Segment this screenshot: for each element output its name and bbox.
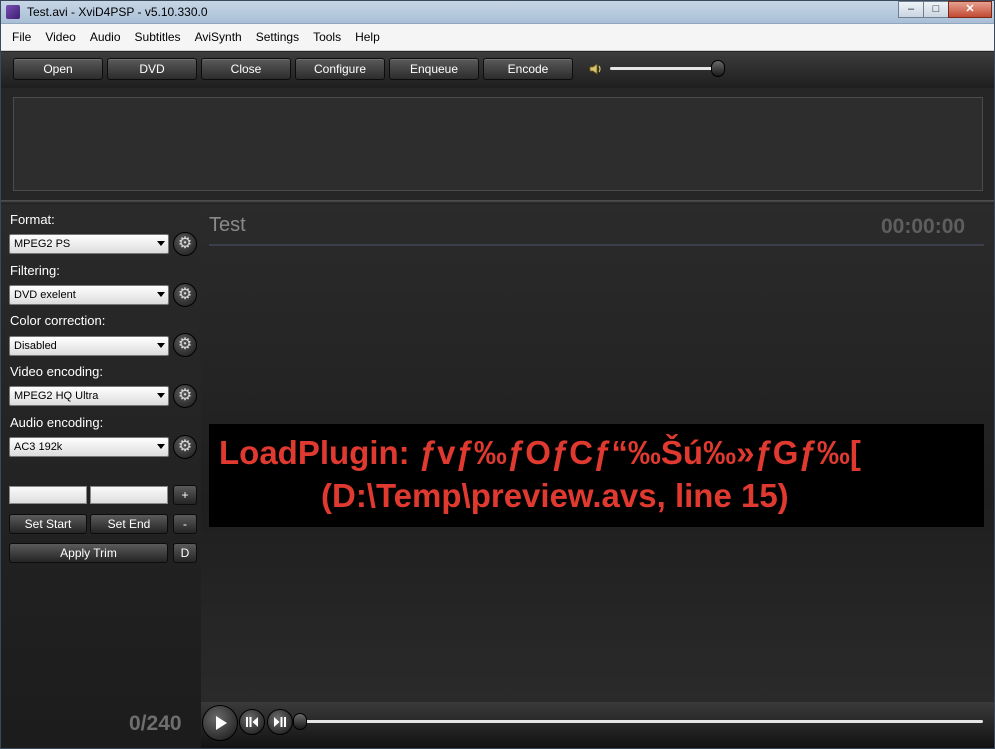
dvd-button[interactable]: DVD	[107, 58, 197, 80]
color-correction-gear-icon[interactable]: ⚙	[173, 333, 197, 357]
menu-tools[interactable]: Tools	[306, 30, 348, 44]
video-encoding-label: Video encoding:	[10, 364, 104, 379]
configure-button[interactable]: Configure	[295, 58, 385, 80]
toolbar: Open DVD Close Configure Enqueue Encode	[1, 52, 994, 88]
preview-title: Test	[209, 214, 246, 236]
encode-button[interactable]: Encode	[483, 58, 573, 80]
filtering-edit-gear-icon[interactable]: ⚙	[173, 283, 197, 307]
error-message-line-1: LoadPlugin: ƒvƒ‰ƒOƒCƒ“‰Šú‰»ƒGƒ‰[	[219, 434, 861, 471]
add-trim-button[interactable]: +	[173, 485, 197, 505]
chevron-down-icon	[157, 393, 165, 398]
close-file-button[interactable]: Close	[201, 58, 291, 80]
filtering-select[interactable]: DVD exelent	[9, 285, 169, 305]
preview-divider	[209, 244, 984, 246]
format-settings-gear-icon[interactable]: ⚙	[173, 232, 197, 256]
filtering-value: DVD exelent	[14, 289, 76, 301]
audio-encoding-gear-icon[interactable]: ⚙	[173, 435, 197, 459]
format-value: MPEG2 PS	[14, 238, 71, 250]
previous-frame-button[interactable]	[239, 709, 265, 735]
set-end-button[interactable]: Set End	[90, 514, 168, 534]
color-correction-label: Color correction:	[10, 313, 106, 328]
chevron-down-icon	[157, 292, 165, 297]
previous-frame-icon	[246, 717, 258, 727]
maximize-button[interactable]: □	[923, 1, 949, 18]
chevron-down-icon	[157, 343, 165, 348]
audio-encoding-label: Audio encoding:	[10, 415, 104, 430]
menu-help[interactable]: Help	[348, 30, 387, 44]
speaker-icon[interactable]	[589, 62, 603, 76]
window-controls: – □ ✕	[898, 1, 992, 19]
menu-file[interactable]: File	[5, 30, 38, 44]
error-message-line-2: (D:\Temp\preview.avs, line 15)	[321, 477, 789, 514]
set-start-button[interactable]: Set Start	[9, 514, 87, 534]
window-title: Test.avi - XviD4PSP - v5.10.330.0	[27, 5, 208, 19]
color-correction-select[interactable]: Disabled	[9, 336, 169, 356]
menu-video[interactable]: Video	[38, 30, 82, 44]
menu-avisynth[interactable]: AviSynth	[188, 30, 249, 44]
next-frame-icon	[274, 717, 286, 727]
volume-slider-thumb[interactable]	[711, 60, 725, 77]
video-encoding-gear-icon[interactable]: ⚙	[173, 384, 197, 408]
error-message-box: LoadPlugin: ƒvƒ‰ƒOƒCƒ“‰Šú‰»ƒGƒ‰[ (D:\Tem…	[209, 424, 984, 527]
video-encoding-value: MPEG2 HQ Ultra	[14, 390, 99, 402]
preview-time: 00:00:00	[881, 215, 966, 238]
format-label: Format:	[10, 212, 55, 227]
menu-audio[interactable]: Audio	[83, 30, 128, 44]
minimize-button[interactable]: –	[898, 1, 924, 18]
open-button[interactable]: Open	[13, 58, 103, 80]
frame-counter: 0/240	[129, 712, 182, 735]
trim-end-input[interactable]	[90, 486, 168, 504]
player-controls	[201, 702, 994, 748]
apply-trim-button[interactable]: Apply Trim	[9, 543, 168, 563]
chevron-down-icon	[157, 241, 165, 246]
trim-start-input[interactable]	[9, 486, 87, 504]
app-logo-icon	[6, 5, 20, 19]
volume-slider-track[interactable]	[610, 67, 720, 70]
format-select[interactable]: MPEG2 PS	[9, 234, 169, 254]
info-panel	[13, 97, 983, 191]
app-window: Test.avi - XviD4PSP - v5.10.330.0 – □ ✕ …	[0, 0, 995, 749]
speaker-icon-graphic	[589, 63, 601, 75]
video-encoding-select[interactable]: MPEG2 HQ Ultra	[9, 386, 169, 406]
audio-encoding-select[interactable]: AC3 192k	[9, 437, 169, 457]
seek-slider-track[interactable]	[301, 720, 983, 723]
d-button[interactable]: D	[173, 543, 197, 563]
filtering-label: Filtering:	[10, 263, 60, 278]
menu-settings[interactable]: Settings	[249, 30, 306, 44]
menu-bar: File Video Audio Subtitles AviSynth Sett…	[1, 24, 994, 51]
remove-trim-button[interactable]: -	[173, 514, 197, 534]
menu-subtitles[interactable]: Subtitles	[128, 30, 188, 44]
next-frame-button[interactable]	[267, 709, 293, 735]
seek-slider-thumb[interactable]	[293, 713, 307, 730]
title-bar[interactable]: Test.avi - XviD4PSP - v5.10.330.0 – □ ✕	[1, 1, 994, 24]
play-icon	[216, 716, 227, 730]
close-window-button[interactable]: ✕	[948, 1, 992, 18]
audio-encoding-value: AC3 192k	[14, 441, 63, 453]
chevron-down-icon	[157, 444, 165, 449]
enqueue-button[interactable]: Enqueue	[389, 58, 479, 80]
color-correction-value: Disabled	[14, 340, 57, 352]
play-button[interactable]	[202, 705, 238, 741]
